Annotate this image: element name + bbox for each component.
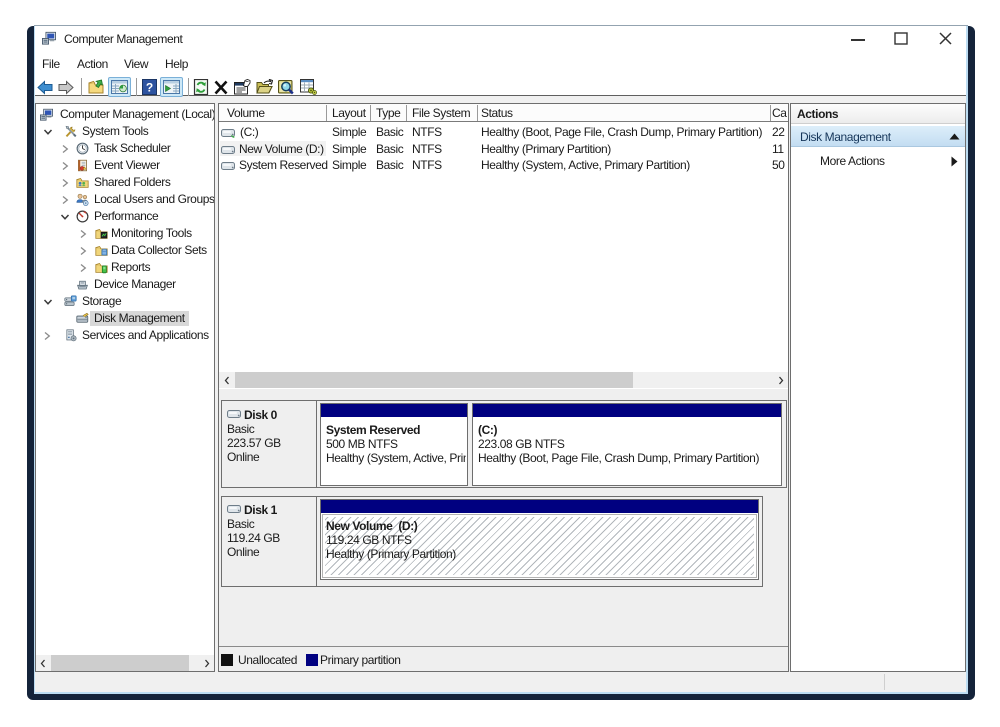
svg-text:?: ? [146,81,153,95]
